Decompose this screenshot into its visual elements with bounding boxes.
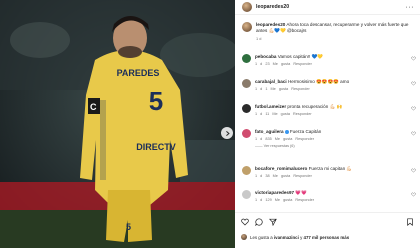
comments-panel: leoparedes20 ··· leoparedes20 Ahora toca… [235,0,420,248]
author-username[interactable]: leoparedes20 [256,4,289,10]
commenter-username[interactable]: victoriaparedes97 [255,190,294,195]
jersey-sponsor: DIRECTV [136,142,176,152]
liker-username[interactable]: ivanmazinci [274,235,299,240]
comment-time: 1 d [255,111,263,116]
comment-time: 1 d [255,86,263,91]
comment-time: 1 d [255,61,263,66]
comment-time: 1 d [255,197,263,202]
reply-button[interactable]: Responder [293,112,312,116]
comment-item: victoriaparedes97 💗💗 1 d 129 Me gusta Re… [242,190,416,202]
view-replies-button[interactable]: —— Ver respuestas (6) [255,144,416,148]
likes-summary[interactable]: Les gusta a ivanmazinci y 477 mil person… [241,234,349,240]
commenter-username[interactable]: futbol.ameizer [255,104,286,109]
share-icon[interactable] [269,218,277,226]
reply-button[interactable]: Responder [293,62,312,66]
liker-avatar [241,234,247,240]
reply-button[interactable]: Responder [295,137,314,141]
like-comment-icon[interactable] [411,106,416,111]
comment-item: carabajal_baci Hermosisimo 😍😍😍😍 amo 1 d … [242,79,416,91]
bookmark-icon[interactable] [406,218,414,226]
caption-avatar[interactable] [242,22,252,32]
comment-likes[interactable]: 1 Me gusta [265,87,288,91]
comment-likes[interactable]: 129 Me gusta [265,198,292,202]
player-image: C PAREDES 5 DIRECTV 5 [0,0,235,248]
like-comment-icon[interactable] [411,131,416,136]
verified-badge-icon [284,129,289,134]
reply-button[interactable]: Responder [293,174,312,178]
reply-button[interactable]: Responder [295,198,314,202]
like-icon[interactable] [241,218,249,226]
like-comment-icon[interactable] [411,168,416,173]
commenter-username[interactable]: fato_aguilera [255,129,284,134]
like-comment-icon[interactable] [411,192,416,197]
post-caption: leoparedes20 Ahora toca descansar, recup… [242,22,414,41]
commenter-username[interactable]: bocafore_romimalucero [255,166,307,171]
comment-item: fato_aguilera Fuerza Capitán 1 d 835 Me … [242,129,416,148]
svg-text:C: C [90,102,97,112]
author-avatar[interactable] [242,2,252,12]
commenter-username[interactable]: carabajal_baci [255,79,287,84]
comment-text: Vamos capitán!! 💙💛 [277,54,324,59]
chevron-right-icon [225,130,230,136]
comment-icon[interactable] [255,218,263,226]
comment-text: Fuerza Capitán [289,129,322,134]
comment-text: pronta recuperación 💪🏻 🙌 [287,104,343,109]
comment-text: Fuerza mi capitan 💪🏻 [308,166,353,171]
caption-time: 1 d [256,35,262,41]
post-actions-bar: Les gusta a ivanmazinci y 477 mil person… [235,212,420,248]
comment-likes[interactable]: 835 Me gusta [265,137,292,141]
likes-count[interactable]: 477 mil personas más [304,235,350,240]
like-comment-icon[interactable] [411,81,416,86]
svg-text:5: 5 [126,222,131,232]
more-options-icon[interactable]: ··· [406,4,415,11]
comment-likes[interactable]: 38 Me gusta [265,174,290,178]
commenter-avatar[interactable] [242,104,251,113]
comment-item: bocafore_romimalucero Fuerza mi capitan … [242,166,416,178]
post-photo[interactable]: C PAREDES 5 DIRECTV 5 [0,0,235,248]
commenter-avatar[interactable] [242,54,251,63]
commenter-avatar[interactable] [242,190,251,199]
comment-text: Hermosisimo 😍😍😍😍 amo [287,79,350,84]
commenter-avatar[interactable] [242,79,251,88]
comment-item: futbol.ameizer pronta recuperación 💪🏻 🙌 … [242,104,416,116]
comment-likes[interactable]: 23 Me gusta [265,62,290,66]
reply-button[interactable]: Responder [291,87,310,91]
next-photo-button[interactable] [221,127,233,139]
comment-time: 1 d [255,173,263,178]
post-header: leoparedes20 ··· [235,0,420,15]
commenter-avatar[interactable] [242,166,251,175]
commenter-avatar[interactable] [242,129,251,138]
comment-item: pebocaba Vamos capitán!! 💙💛 1 d 23 Me gu… [242,54,416,66]
caption-username[interactable]: leoparedes20 [256,22,285,27]
like-comment-icon[interactable] [411,56,416,61]
comment-likes[interactable]: 11 Me gusta [265,112,290,116]
jersey-number: 5 [149,86,163,116]
comment-time: 1 d [255,136,263,141]
commenter-username[interactable]: pebocaba [255,54,276,59]
jersey-name: PAREDES [117,68,160,78]
comment-text: 💗💗 [295,190,307,195]
